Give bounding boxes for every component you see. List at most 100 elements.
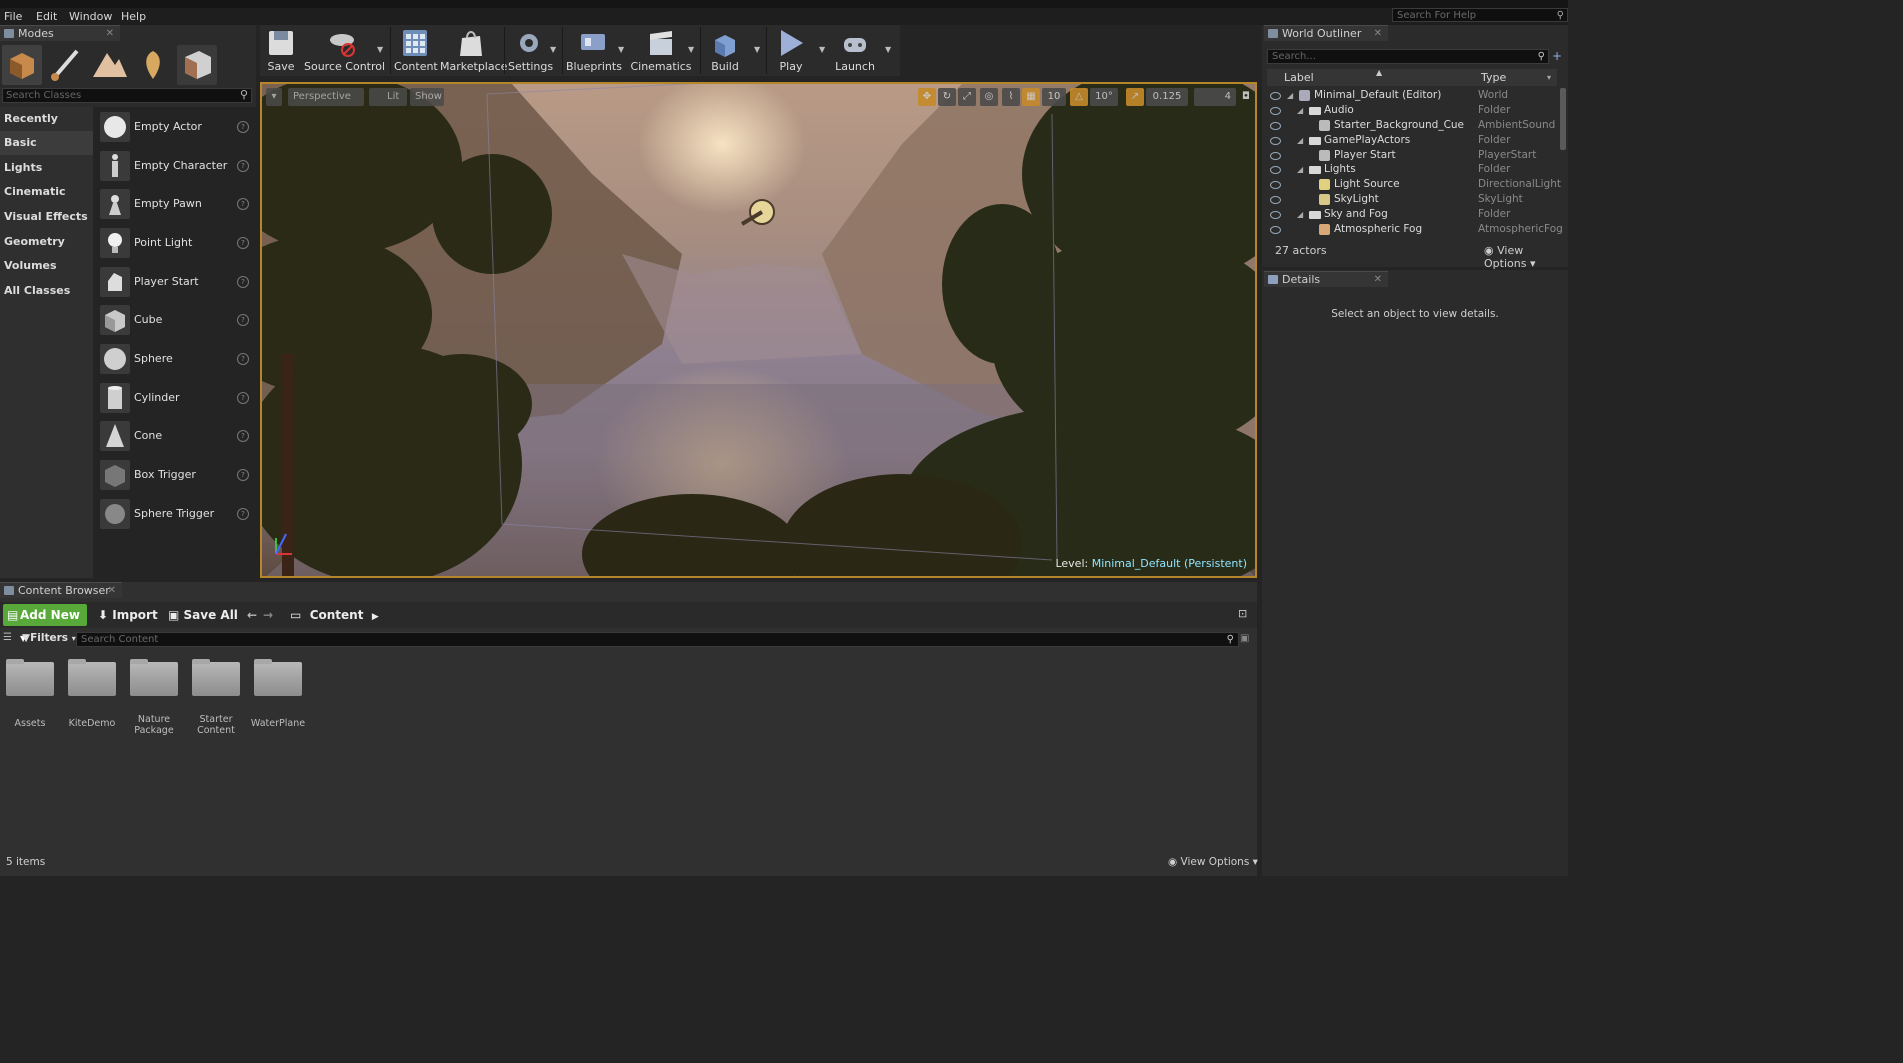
save-search-icon[interactable]: ▣ bbox=[1240, 633, 1249, 644]
category-visual-effects[interactable]: Visual Effects bbox=[0, 205, 93, 229]
list-item[interactable]: Cube ? bbox=[100, 303, 250, 337]
close-icon[interactable]: ✕ bbox=[106, 26, 114, 41]
world-local-icon[interactable]: ◎ bbox=[980, 88, 998, 106]
list-item[interactable]: Sphere ? bbox=[100, 342, 250, 376]
help-icon[interactable]: ? bbox=[237, 392, 249, 404]
visibility-eye-icon[interactable] bbox=[1270, 137, 1281, 145]
lit-button[interactable]: Lit bbox=[369, 88, 407, 106]
expand-arrow-icon[interactable]: ◢ bbox=[1297, 133, 1303, 148]
outliner-row[interactable]: ◢ GamePlayActors Folder bbox=[1267, 133, 1559, 148]
expand-arrow-icon[interactable]: ◢ bbox=[1297, 162, 1303, 177]
level-viewport[interactable]: ▾ Perspective Lit Show ✥ ↻ ⤢ ◎ ⌇ ▦ 10 △ … bbox=[260, 82, 1257, 578]
add-icon[interactable]: + bbox=[1552, 49, 1566, 64]
help-icon[interactable]: ? bbox=[237, 469, 249, 481]
chevron-down-icon[interactable]: ▼ bbox=[688, 45, 694, 54]
category-volumes[interactable]: Volumes bbox=[0, 254, 93, 278]
marketplace-button[interactable]: Marketplace bbox=[440, 25, 507, 76]
outliner-row[interactable]: Player Start PlayerStart bbox=[1267, 148, 1559, 163]
help-icon[interactable]: ? bbox=[237, 121, 249, 133]
expand-arrow-icon[interactable]: ◢ bbox=[1297, 207, 1303, 222]
outliner-row[interactable]: ◢ Sky and Fog Folder bbox=[1267, 207, 1559, 222]
filters-button[interactable]: ▼Filters ▾ bbox=[22, 632, 76, 644]
close-icon[interactable]: ✕ bbox=[1374, 272, 1382, 287]
help-icon[interactable]: ? bbox=[237, 160, 249, 172]
category-all-classes[interactable]: All Classes bbox=[0, 279, 93, 303]
category-geometry[interactable]: Geometry bbox=[0, 230, 93, 254]
outliner-row[interactable]: ◢ Audio Folder bbox=[1267, 103, 1559, 118]
list-item[interactable]: Point Light ? bbox=[100, 226, 250, 260]
surface-snap-icon[interactable]: ⌇ bbox=[1002, 88, 1020, 106]
outliner-row[interactable]: Light Source DirectionalLight bbox=[1267, 177, 1561, 192]
category-lights[interactable]: Lights bbox=[0, 156, 93, 180]
lock-icon[interactable]: ⊡ bbox=[1238, 607, 1250, 621]
column-type-header[interactable]: Type bbox=[1481, 71, 1506, 84]
category-cinematic[interactable]: Cinematic bbox=[0, 180, 93, 204]
source-control-button[interactable]: Source Control bbox=[304, 25, 385, 76]
expand-arrow-icon[interactable]: ◢ bbox=[1287, 88, 1293, 103]
view-options-button[interactable]: ◉ View Options ▾ bbox=[1484, 244, 1568, 270]
geometry-mode-button[interactable] bbox=[177, 45, 217, 85]
close-icon[interactable]: ✕ bbox=[108, 583, 116, 598]
chevron-down-icon[interactable]: ▾ bbox=[1547, 73, 1551, 82]
help-icon[interactable]: ? bbox=[237, 430, 249, 442]
show-button[interactable]: Show bbox=[410, 88, 444, 106]
scale-icon[interactable]: ⤢ bbox=[958, 88, 976, 106]
menu-help[interactable]: Help bbox=[121, 10, 146, 23]
scale-snap-icon[interactable]: ↗ bbox=[1126, 88, 1144, 106]
outliner-row[interactable]: ◢ Lights Folder bbox=[1267, 162, 1559, 177]
visibility-eye-icon[interactable] bbox=[1270, 166, 1281, 174]
outliner-row[interactable]: Atmospheric Fog AtmosphericFog bbox=[1267, 222, 1563, 237]
help-icon[interactable]: ? bbox=[237, 353, 249, 365]
category-recently-placed[interactable]: Recently Placed bbox=[0, 107, 93, 149]
breadcrumb[interactable]: ▭ Content ▶ bbox=[290, 606, 379, 624]
visibility-eye-icon[interactable] bbox=[1270, 181, 1281, 189]
back-arrow-icon[interactable]: ← bbox=[247, 606, 257, 624]
perspective-button[interactable]: Perspective bbox=[288, 88, 364, 106]
list-item[interactable]: Empty Actor ? bbox=[100, 110, 250, 144]
landscape-mode-button[interactable] bbox=[89, 45, 129, 85]
help-search-input[interactable]: Search For Help ⚲ bbox=[1392, 8, 1568, 22]
outliner-row[interactable]: SkyLight SkyLight bbox=[1267, 192, 1559, 207]
grid-snap-icon[interactable]: ▦ bbox=[1022, 88, 1040, 106]
camera-speed-value[interactable]: 4 bbox=[1194, 88, 1236, 106]
visibility-eye-icon[interactable] bbox=[1270, 122, 1281, 130]
launch-button[interactable]: Launch bbox=[834, 25, 876, 76]
outliner-scrollbar[interactable] bbox=[1560, 88, 1566, 150]
rotation-snap-value[interactable]: 10° bbox=[1090, 88, 1118, 106]
chevron-down-icon[interactable]: ▼ bbox=[754, 45, 760, 54]
category-basic[interactable]: Basic bbox=[0, 131, 93, 155]
column-label-header[interactable]: Label bbox=[1284, 71, 1314, 84]
visibility-eye-icon[interactable] bbox=[1270, 107, 1281, 115]
visibility-eye-icon[interactable] bbox=[1270, 226, 1281, 234]
chevron-down-icon[interactable]: ▼ bbox=[885, 45, 891, 54]
list-item[interactable]: Sphere Trigger ? bbox=[100, 497, 250, 531]
chevron-down-icon[interactable]: ▼ bbox=[618, 45, 624, 54]
content-button[interactable]: Content bbox=[394, 25, 438, 76]
chevron-down-icon[interactable]: ▼ bbox=[550, 45, 556, 54]
save-button[interactable]: Save bbox=[260, 25, 302, 76]
rotate-icon[interactable]: ↻ bbox=[938, 88, 956, 106]
paint-mode-button[interactable] bbox=[45, 45, 85, 85]
content-search-input[interactable]: Search Content ⚲ bbox=[76, 632, 1239, 647]
list-item[interactable]: Box Trigger ? bbox=[100, 458, 250, 492]
settings-button[interactable]: Settings bbox=[508, 25, 553, 76]
content-browser-tab[interactable]: Content Browser ✕ bbox=[0, 582, 122, 598]
import-button[interactable]: ⬇ Import bbox=[98, 606, 158, 624]
help-icon[interactable]: ? bbox=[237, 508, 249, 520]
search-classes-input[interactable]: Search Classes ⚲ bbox=[2, 88, 252, 103]
sources-toggle-icon[interactable]: ☰ bbox=[3, 632, 12, 643]
list-item[interactable]: Empty Character ? bbox=[100, 149, 250, 183]
menu-file[interactable]: File bbox=[4, 10, 22, 23]
list-item[interactable]: Player Start ? bbox=[100, 265, 250, 299]
cb-view-options-button[interactable]: ◉ View Options ▾ bbox=[1168, 856, 1258, 868]
details-tab[interactable]: Details ✕ bbox=[1264, 271, 1388, 287]
menu-window[interactable]: Window bbox=[69, 10, 112, 23]
help-icon[interactable]: ? bbox=[237, 237, 249, 249]
help-icon[interactable]: ? bbox=[237, 276, 249, 288]
maximize-icon[interactable]: ◘ bbox=[1240, 88, 1252, 106]
translate-icon[interactable]: ✥ bbox=[918, 88, 936, 106]
list-item[interactable]: Cone ? bbox=[100, 419, 250, 453]
forward-arrow-icon[interactable]: → bbox=[263, 606, 273, 624]
foliage-mode-button[interactable] bbox=[133, 45, 173, 85]
chevron-down-icon[interactable]: ▼ bbox=[377, 45, 383, 54]
